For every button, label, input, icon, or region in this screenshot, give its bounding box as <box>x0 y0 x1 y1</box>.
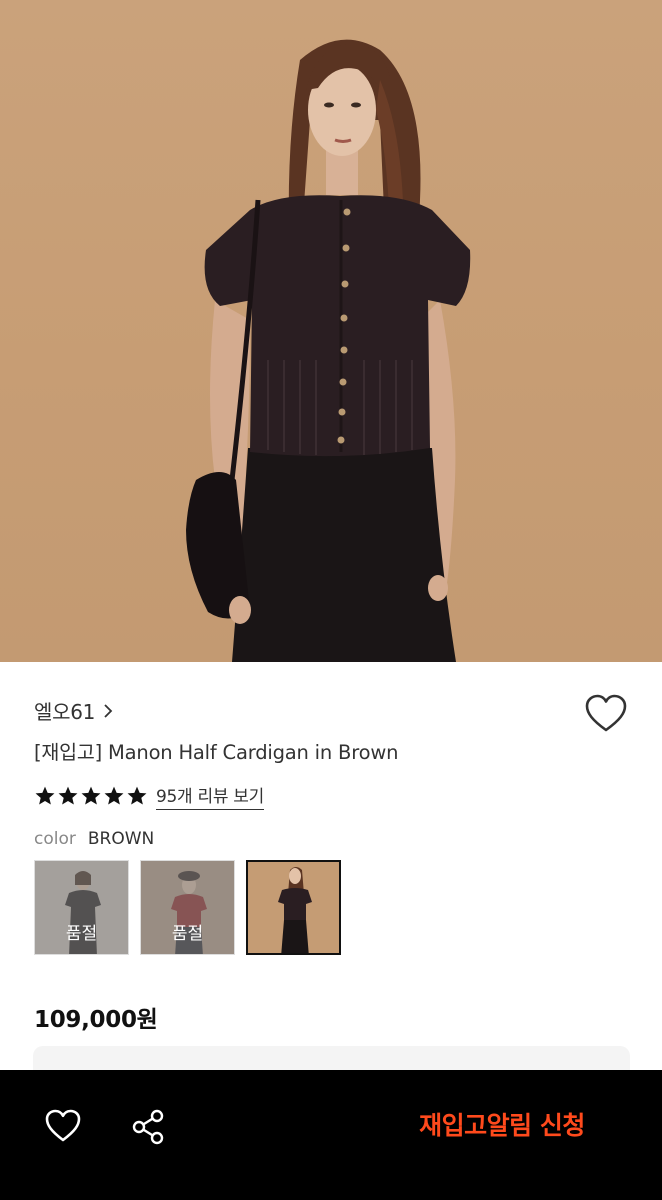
brand-link[interactable]: 엘오61 <box>34 696 113 725</box>
color-swatches: 품절 품절 <box>34 860 341 955</box>
product-title: [재입고] Manon Half Cardigan in Brown <box>34 741 399 764</box>
sold-out-label: 품절 <box>171 924 204 944</box>
product-info-section: 엘오61 [재입고] Manon Half Cardigan in Brown … <box>0 662 662 1086</box>
heart-outline-icon[interactable] <box>584 694 628 734</box>
star-filled-icon <box>81 786 101 805</box>
color-value: BROWN <box>87 829 155 849</box>
chevron-right-icon <box>104 703 113 718</box>
star-filled-icon <box>104 786 124 805</box>
color-label: color <box>34 829 76 849</box>
product-price: 109,000원 <box>34 1007 158 1033</box>
star-filled-icon <box>35 786 55 805</box>
color-swatch-sold-out[interactable]: 품절 <box>34 860 129 955</box>
product-hero-image <box>0 0 662 662</box>
review-link[interactable]: 95개 리뷰 보기 <box>156 782 264 810</box>
restock-alert-button[interactable]: 재입고알림 신청 <box>396 1106 608 1146</box>
model-illustration <box>186 39 471 662</box>
bottom-action-bar: 재입고알림 신청 <box>0 1070 662 1200</box>
brand-name: 엘오61 <box>34 700 96 724</box>
swatch-thumbnail <box>248 862 339 953</box>
share-icon[interactable] <box>130 1108 166 1146</box>
color-swatch-sold-out[interactable]: 품절 <box>140 860 235 955</box>
star-filled-icon <box>127 786 147 805</box>
heart-outline-icon[interactable] <box>44 1108 82 1144</box>
rating-row: 95개 리뷰 보기 <box>34 782 264 810</box>
star-filled-icon <box>58 786 78 805</box>
sold-out-label: 품절 <box>65 924 98 944</box>
star-rating <box>34 785 148 807</box>
color-row: color BROWN <box>34 829 154 849</box>
color-swatch-selected[interactable] <box>246 860 341 955</box>
